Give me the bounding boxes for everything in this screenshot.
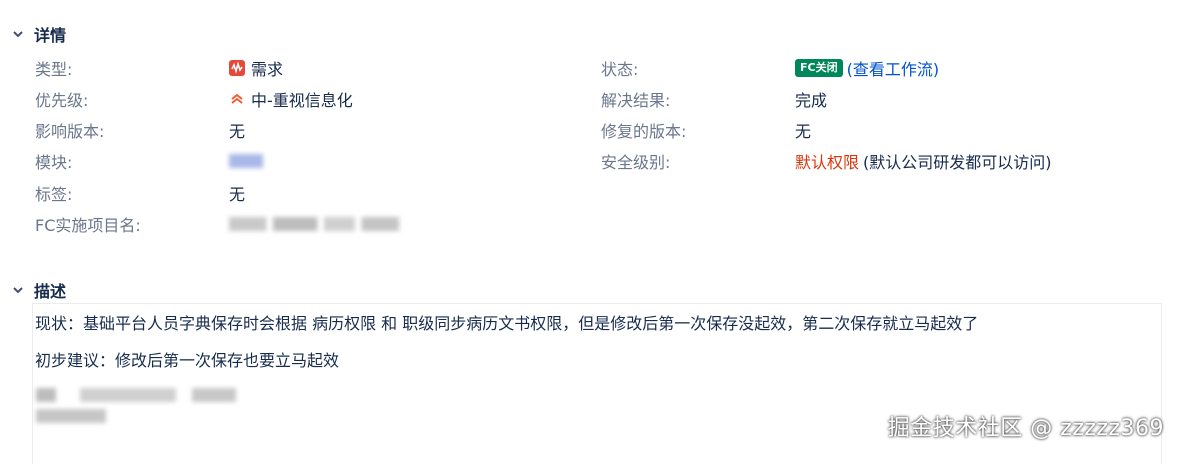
details-section-header[interactable]: 详情 [10,22,66,46]
security-level-note: (默认公司研发都可以访问) [863,153,1052,172]
affects-version-label: 影响版本: [35,122,105,141]
view-workflow-link[interactable]: (查看工作流) [847,56,940,80]
security-level-label: 安全级别: [601,153,671,172]
type-label: 类型: [35,60,73,79]
priority-label: 优先级: [35,91,89,110]
description-section-header[interactable]: 描述 [10,278,66,302]
security-level-text: 默认权限 [795,153,860,172]
priority-value: 中-重视信息化 [229,87,353,111]
description-title: 描述 [34,282,67,301]
watermark: 掘金技术社区 @ zzzzz369 [887,416,1164,441]
fix-version-value: 无 [795,122,812,141]
status-label: 状态: [601,60,639,79]
description-line-1: 现状：基础平台人员字典保存时会根据 病历权限 和 职级同步病历文书权限，但是修改… [35,314,979,333]
chevron-down-icon[interactable] [10,282,26,298]
resolution-label: 解决结果: [601,91,671,110]
status-value: FC关闭 (查看工作流) [795,56,939,80]
fc-project-value-redacted [229,217,399,231]
labels-label: 标签: [35,185,73,204]
labels-value: 无 [229,185,246,204]
security-level-value: 默认权限 (默认公司研发都可以访问) [795,149,1052,173]
module-value-redacted [229,154,263,168]
description-line-2: 初步建议：修改后第一次保存也要立马起效 [35,351,340,370]
module-label: 模块: [35,153,73,172]
story-icon [229,60,245,76]
status-badge: FC关闭 [795,59,843,77]
type-value-text: 需求 [251,60,284,79]
resolution-value: 完成 [795,91,828,110]
fix-version-label: 修复的版本: [601,122,687,141]
type-value: 需求 [229,56,283,80]
description-image-redacted-2 [36,409,106,423]
priority-medium-icon [229,91,245,107]
details-title: 详情 [34,26,67,45]
affects-version-value: 无 [229,122,246,141]
fc-project-label: FC实施项目名: [35,216,141,235]
priority-value-text: 中-重视信息化 [251,91,353,110]
description-image-redacted-1 [36,388,236,402]
chevron-down-icon[interactable] [10,26,26,42]
